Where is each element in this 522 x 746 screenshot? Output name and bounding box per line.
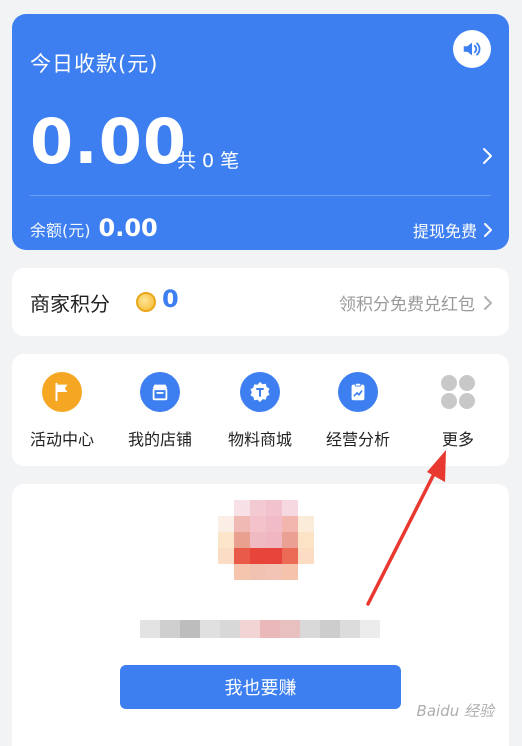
more-grid-icon: [438, 372, 478, 412]
balance-row: 余额(元) 0.00: [30, 214, 158, 242]
redeem-label: 领积分免费兑红包: [339, 295, 475, 315]
menu-item-my-store[interactable]: 我的店铺: [110, 372, 210, 450]
withdraw-label: 提现免费: [412, 222, 477, 241]
balance-label: 余额(元): [30, 221, 91, 240]
earn-too-button[interactable]: 我也要赚: [120, 665, 401, 709]
menu-label: 经营分析: [325, 430, 390, 449]
analytics-icon: [338, 372, 378, 412]
today-amount: 0.00: [30, 105, 187, 178]
today-collection-title: 今日收款(元): [30, 52, 159, 76]
watermark: Baidu 经验: [416, 702, 494, 720]
chevron-right-icon: [484, 295, 492, 310]
flag-icon: [42, 372, 82, 412]
chevron-right-icon[interactable]: [481, 147, 493, 169]
menu-label: 物料商城: [227, 430, 292, 449]
card-divider: [30, 195, 491, 196]
menu-item-activity-center[interactable]: 活动中心: [12, 372, 112, 450]
points-value: 0: [162, 285, 179, 313]
pixelated-text: [140, 620, 380, 638]
chevron-right-icon: [484, 223, 492, 237]
menu-label: 我的店铺: [127, 430, 192, 449]
store-icon: [140, 372, 180, 412]
transaction-count: 共 0 笔: [177, 150, 240, 172]
balance-value: 0.00: [98, 214, 158, 242]
menu-label: 活动中心: [29, 430, 94, 449]
menu-item-business-analysis[interactable]: 经营分析: [308, 372, 408, 450]
withdraw-link[interactable]: 提现免费: [413, 218, 493, 242]
merchant-points-card[interactable]: 商家积分 0 领积分免费兑红包: [12, 268, 509, 336]
coin-icon: [136, 292, 156, 312]
pixelated-image: [218, 500, 314, 600]
menu-label: 更多: [441, 430, 474, 449]
today-collection-card[interactable]: 今日收款(元) 0.00 共 0 笔 余额(元) 0.00 提现免费: [12, 14, 509, 250]
menu-item-material-mall[interactable]: 物料商城: [210, 372, 310, 450]
t-badge-icon: [240, 372, 280, 412]
points-label: 商家积分: [30, 292, 110, 316]
shortcut-menu: 活动中心 我的店铺 物料商城 经营分析 更多: [12, 354, 509, 466]
menu-item-more[interactable]: 更多: [408, 372, 508, 450]
redeem-link[interactable]: 领积分免费兑红包: [339, 290, 493, 315]
speaker-icon[interactable]: [453, 30, 491, 68]
